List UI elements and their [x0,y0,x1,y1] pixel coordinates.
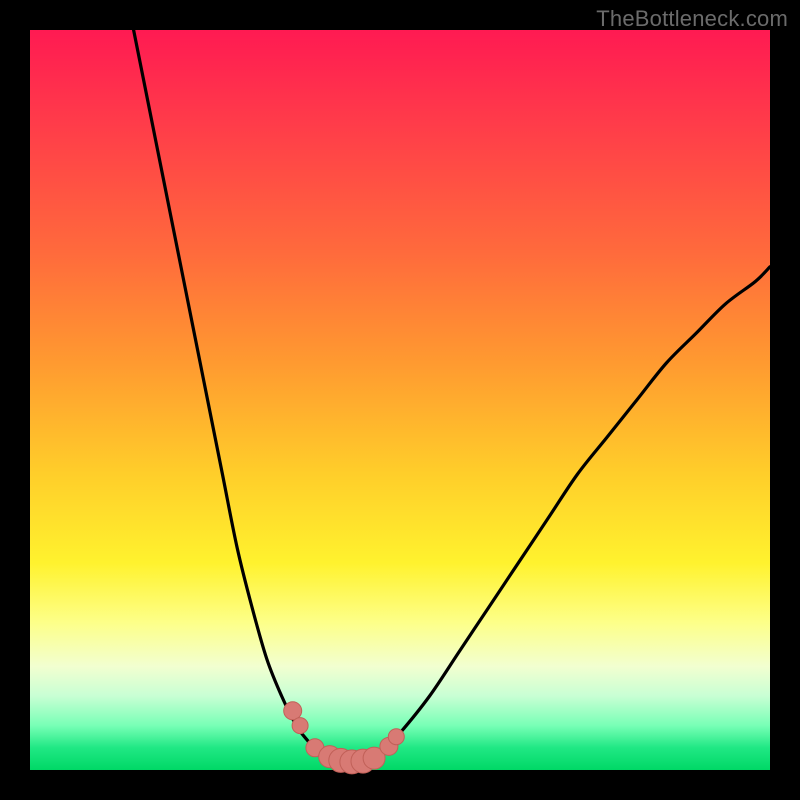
trough-markers [284,702,405,774]
bottleneck-curve [134,30,770,762]
trough-marker [292,718,308,734]
trough-marker [388,729,404,745]
chart-frame: TheBottleneck.com [0,0,800,800]
plot-area [30,30,770,770]
curve-layer [30,30,770,770]
watermark-text: TheBottleneck.com [596,6,788,32]
trough-marker [284,702,302,720]
